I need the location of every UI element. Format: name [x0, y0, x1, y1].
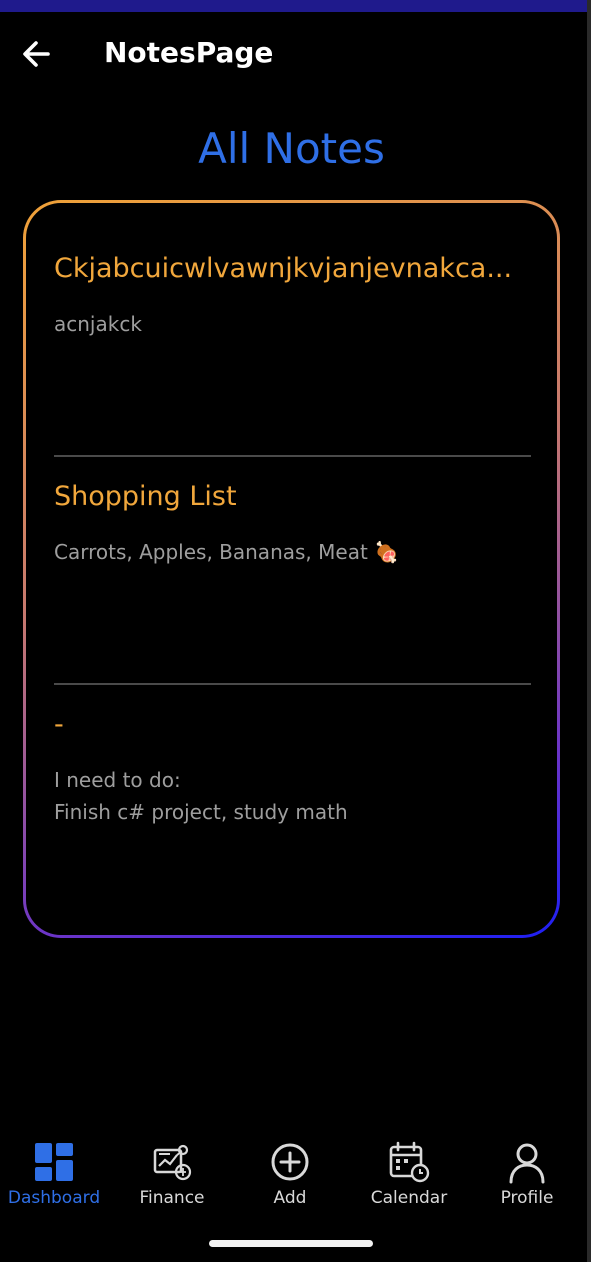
add-circle-icon	[271, 1143, 309, 1181]
dashboard-grid-icon	[35, 1143, 73, 1181]
person-icon	[509, 1143, 545, 1184]
nav-label: Profile	[500, 1188, 554, 1208]
arrow-left-icon	[23, 41, 50, 67]
nav-label: Finance	[139, 1188, 205, 1208]
notes-list: Ckjabcuicwlvawnjkvjanjevnakca... acnjakc…	[26, 203, 557, 935]
note-title: Ckjabcuicwlvawnjkvjanjevnakca...	[54, 253, 513, 284]
note-item[interactable]: Ckjabcuicwlvawnjkvjanjevnakca... acnjakc…	[54, 253, 531, 340]
top-app-bar: NotesPage	[0, 14, 591, 98]
nav-finance[interactable]: Finance	[113, 1140, 231, 1208]
note-body: Carrots, Apples, Bananas, Meat 🍖	[54, 540, 400, 564]
note-title: Shopping List	[54, 481, 237, 512]
nav-label: Dashboard	[7, 1188, 101, 1208]
nav-calendar[interactable]: Calendar	[350, 1140, 468, 1208]
note-body: I need to do: Finish c# project, study m…	[54, 768, 348, 824]
nav-profile[interactable]: Profile	[468, 1140, 586, 1208]
note-body: acnjakck	[54, 312, 142, 336]
nav-label: Calendar	[370, 1188, 448, 1208]
bottom-navigation: Dashboard Finance Add Calendar Profile	[0, 1140, 585, 1220]
notes-card: Ckjabcuicwlvawnjkvjanjevnakca... acnjakc…	[23, 200, 560, 938]
app-bar-title: NotesPage	[104, 36, 274, 69]
calendar-clock-icon	[389, 1141, 430, 1183]
back-button[interactable]	[18, 36, 54, 72]
nav-label: Add	[273, 1188, 307, 1208]
note-item[interactable]: - I need to do: Finish c# project, study…	[54, 709, 531, 828]
status-bar	[0, 0, 591, 12]
note-divider	[54, 683, 531, 685]
note-item[interactable]: Shopping List Carrots, Apples, Bananas, …	[54, 481, 531, 568]
nav-add[interactable]: Add	[231, 1140, 349, 1208]
note-title: -	[54, 709, 64, 740]
finance-chart-icon	[153, 1144, 192, 1181]
note-divider	[54, 455, 531, 457]
home-indicator[interactable]	[209, 1240, 373, 1247]
nav-dashboard[interactable]: Dashboard	[0, 1140, 113, 1208]
page-heading: All Notes	[198, 124, 385, 173]
window-edge	[587, 0, 591, 1262]
